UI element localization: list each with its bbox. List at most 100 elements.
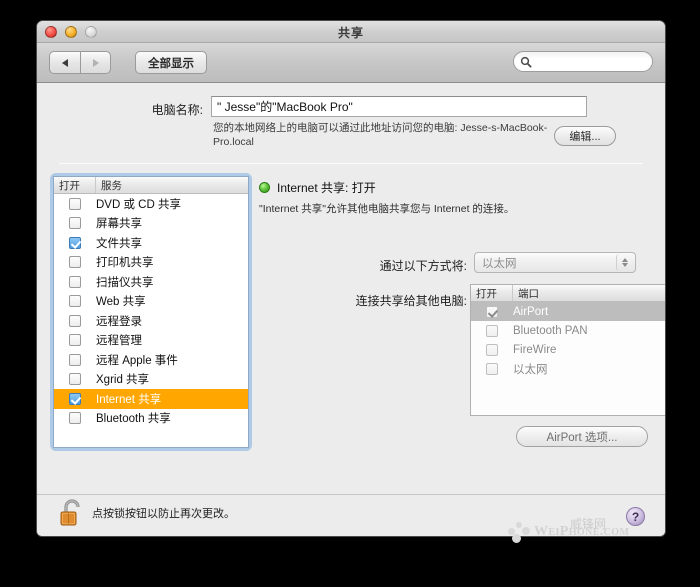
checkbox-checked-icon[interactable] — [69, 392, 81, 405]
checkbox-icon[interactable] — [69, 295, 81, 308]
service-checkbox-cell[interactable] — [54, 256, 96, 269]
service-checkbox-cell[interactable] — [54, 217, 96, 230]
service-row-label: Web 共享 — [96, 296, 146, 309]
chevron-left-icon — [62, 58, 68, 67]
ports-list-header: 打开 端口 — [471, 285, 665, 302]
edit-name-button[interactable]: 编辑... — [554, 126, 616, 146]
service-checkbox-cell[interactable] — [54, 314, 96, 327]
computer-name-help-text: 您的本地网络上的电脑可以通过此地址访问您的电脑: Jesse-s-MacBook… — [213, 122, 548, 149]
share-via-label: 通过以下方式将: — [379, 259, 467, 273]
help-button[interactable]: ? — [626, 507, 645, 526]
checkbox-icon[interactable] — [69, 353, 81, 366]
checkbox-icon[interactable] — [486, 362, 498, 375]
search-box[interactable] — [513, 51, 653, 72]
screen: 共享 全部显示 电脑名称: " Jesse"的"MacBook Pro" 您的本… — [0, 0, 700, 587]
port-row[interactable]: Bluetooth PAN — [471, 321, 665, 340]
lock-area[interactable]: 点按锁按钮以防止再次更改。 — [59, 497, 235, 529]
port-row-label: Bluetooth PAN — [513, 324, 588, 337]
title-bar: 共享 — [37, 21, 665, 43]
status-title: Internet 共享: 打开 — [277, 181, 376, 195]
checkbox-icon[interactable] — [69, 275, 81, 288]
section-divider — [59, 163, 643, 164]
computer-name-field[interactable]: " Jesse"的"MacBook Pro" — [211, 96, 587, 117]
service-row[interactable]: Xgrid 共享 — [54, 370, 248, 390]
checkbox-icon[interactable] — [69, 373, 81, 386]
service-column-on: 打开 — [54, 177, 96, 193]
service-column-name: 服务 — [101, 179, 122, 192]
share-via-select[interactable]: 以太网 — [474, 252, 636, 273]
ports-list[interactable]: 打开 端口 AirPort Bluetooth PAN FireWire 以太网 — [470, 284, 665, 416]
checkbox-icon[interactable] — [69, 217, 81, 230]
service-row-label: 远程 Apple 事件 — [96, 354, 178, 367]
service-row-label: Internet 共享 — [96, 393, 162, 406]
port-row-label: AirPort — [513, 305, 549, 318]
port-row-label: FireWire — [513, 343, 557, 356]
port-checkbox-cell[interactable] — [471, 305, 513, 318]
checkbox-checked-icon[interactable] — [486, 305, 498, 318]
service-row[interactable]: 扫描仪共享 — [54, 272, 248, 292]
checkbox-icon[interactable] — [69, 197, 81, 210]
computer-name-row: 电脑名称: " Jesse"的"MacBook Pro" 您的本地网络上的电脑可… — [37, 83, 665, 157]
search-input[interactable] — [535, 54, 645, 69]
ports-column-port: 端口 — [518, 287, 539, 300]
service-row[interactable]: 文件共享 — [54, 233, 248, 253]
nav-button-group — [49, 51, 111, 74]
arrow-up-icon — [622, 257, 628, 262]
chevron-right-icon — [92, 58, 99, 67]
forward-button — [80, 51, 111, 74]
service-checkbox-cell[interactable] — [54, 295, 96, 308]
back-button[interactable] — [49, 51, 80, 74]
port-row-label: 以太网 — [513, 363, 548, 376]
detail-panel: Internet 共享: 打开 "Internet 共享"允许其他电脑共享您与 … — [259, 176, 665, 527]
port-checkbox-cell[interactable] — [471, 343, 513, 356]
preferences-body: 电脑名称: " Jesse"的"MacBook Pro" 您的本地网络上的电脑可… — [37, 83, 665, 536]
service-row[interactable]: 远程管理 — [54, 331, 248, 351]
service-checkbox-cell[interactable] — [54, 373, 96, 386]
internet-sharing-status: Internet 共享: 打开 — [259, 179, 376, 196]
service-list[interactable]: 打开 服务 DVD 或 CD 共享屏幕共享文件共享打印机共享扫描仪共享 Web 共… — [53, 176, 249, 448]
checkbox-icon[interactable] — [69, 314, 81, 327]
service-row[interactable]: 远程登录 — [54, 311, 248, 331]
service-row[interactable]: 屏幕共享 — [54, 214, 248, 234]
service-list-focus-ring: 打开 服务 DVD 或 CD 共享屏幕共享文件共享打印机共享扫描仪共享 Web 共… — [53, 176, 249, 448]
checkbox-checked-icon[interactable] — [69, 236, 81, 249]
service-checkbox-cell[interactable] — [54, 197, 96, 210]
unlocked-padlock-icon[interactable] — [59, 498, 85, 528]
checkbox-icon[interactable] — [486, 324, 498, 337]
arrow-down-icon — [622, 263, 628, 268]
toolbar: 全部显示 — [37, 43, 665, 83]
computer-name-label: 电脑名称: — [151, 103, 203, 117]
service-row[interactable]: 远程 Apple 事件 — [54, 350, 248, 370]
service-checkbox-cell[interactable] — [54, 236, 96, 249]
service-row[interactable]: Bluetooth 共享 — [54, 409, 248, 429]
port-row[interactable]: 以太网 — [471, 359, 665, 378]
service-checkbox-cell[interactable] — [54, 334, 96, 347]
service-row[interactable]: Web 共享 — [54, 292, 248, 312]
stepper-arrows-icon — [616, 254, 633, 271]
search-icon — [520, 56, 532, 68]
checkbox-icon[interactable] — [69, 256, 81, 269]
port-row[interactable]: FireWire — [471, 340, 665, 359]
service-row[interactable]: Internet 共享 — [54, 389, 248, 409]
service-row-label: Bluetooth 共享 — [96, 413, 171, 426]
airport-options-button[interactable]: AirPort 选项... — [516, 426, 648, 447]
computer-name-value: " Jesse"的"MacBook Pro" — [217, 100, 353, 114]
port-checkbox-cell[interactable] — [471, 324, 513, 337]
service-row[interactable]: 打印机共享 — [54, 253, 248, 273]
service-checkbox-cell[interactable] — [54, 353, 96, 366]
service-row-label: 文件共享 — [96, 237, 142, 250]
service-checkbox-cell[interactable] — [54, 392, 96, 405]
port-checkbox-cell[interactable] — [471, 362, 513, 375]
service-checkbox-cell[interactable] — [54, 412, 96, 425]
checkbox-icon[interactable] — [486, 343, 498, 356]
service-row[interactable]: DVD 或 CD 共享 — [54, 194, 248, 214]
checkbox-icon[interactable] — [69, 412, 81, 425]
ports-label: 连接共享给其他电脑: — [355, 294, 467, 308]
service-list-header: 打开 服务 — [54, 177, 248, 194]
service-row-label: 打印机共享 — [96, 257, 154, 270]
port-row[interactable]: AirPort — [471, 302, 665, 321]
service-row-label: 屏幕共享 — [96, 218, 142, 231]
service-checkbox-cell[interactable] — [54, 275, 96, 288]
show-all-button[interactable]: 全部显示 — [135, 51, 207, 74]
checkbox-icon[interactable] — [69, 334, 81, 347]
